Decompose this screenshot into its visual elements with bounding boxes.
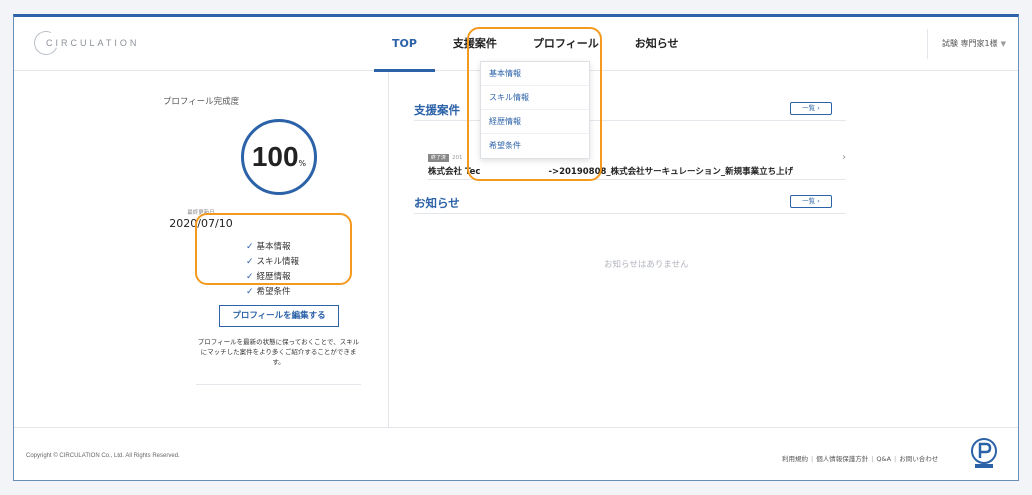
nav-news[interactable]: お知らせ — [617, 17, 697, 71]
logo-text: CIRCULATION — [46, 38, 140, 48]
footer-link-faq[interactable]: Q&A — [876, 455, 891, 463]
footer-link-terms[interactable]: 利用規約 — [782, 455, 808, 463]
edit-profile-note: プロフィールを最新の状態に保っておくことで、スキルにマッチした案件をより多くご紹… — [197, 338, 360, 366]
news-title: お知らせ — [414, 196, 460, 210]
edit-profile-button[interactable]: プロフィールを編集する — [219, 305, 339, 327]
footer: Copyright © CIRCULATION Co., Ltd. All Ri… — [14, 427, 1018, 481]
caret-down-icon: ▼ — [1000, 40, 1006, 48]
logo-icon — [30, 27, 62, 59]
nav-top[interactable]: TOP — [374, 17, 435, 72]
highlight-box — [467, 27, 602, 181]
completion-circle: 100% — [241, 119, 317, 195]
completion-title: プロフィール完成度 — [162, 97, 240, 107]
completion-value: 100 — [251, 141, 299, 172]
logo[interactable]: CIRCULATION — [30, 27, 140, 59]
user-menu[interactable]: 試験 専門家1様 ▼ — [926, 29, 1018, 59]
status-badge: 終了済 — [428, 154, 450, 162]
footer-link-privacy[interactable]: 個人情報保護方針 — [816, 455, 868, 463]
checklist-item: ✓ 希望条件 — [246, 287, 291, 297]
footer-links: 利用規約 | 個人情報保護方針 | Q&A | お問い合わせ — [782, 455, 939, 463]
copyright: Copyright © CIRCULATION Co., Ltd. All Ri… — [26, 453, 180, 459]
highlight-box — [195, 213, 352, 285]
user-name: 試験 専門家1様 — [941, 39, 998, 48]
case-date: 201 — [452, 155, 463, 161]
chevron-right-icon: › — [842, 152, 846, 163]
chevron-right-icon: › — [817, 104, 820, 112]
check-icon: ✓ — [246, 287, 254, 297]
divider — [414, 213, 846, 214]
cases-title: 支援案件 — [414, 103, 460, 117]
chevron-right-icon: › — [817, 197, 820, 205]
news-list-button[interactable]: 一覧 › — [790, 195, 832, 208]
privacy-mark-icon — [971, 438, 997, 468]
divider — [196, 384, 361, 385]
footer-link-contact[interactable]: お問い合わせ — [899, 455, 938, 463]
completion-unit: % — [298, 159, 307, 168]
cases-list-button[interactable]: 一覧 › — [790, 102, 832, 115]
news-empty-message: お知らせはありません — [604, 260, 689, 270]
